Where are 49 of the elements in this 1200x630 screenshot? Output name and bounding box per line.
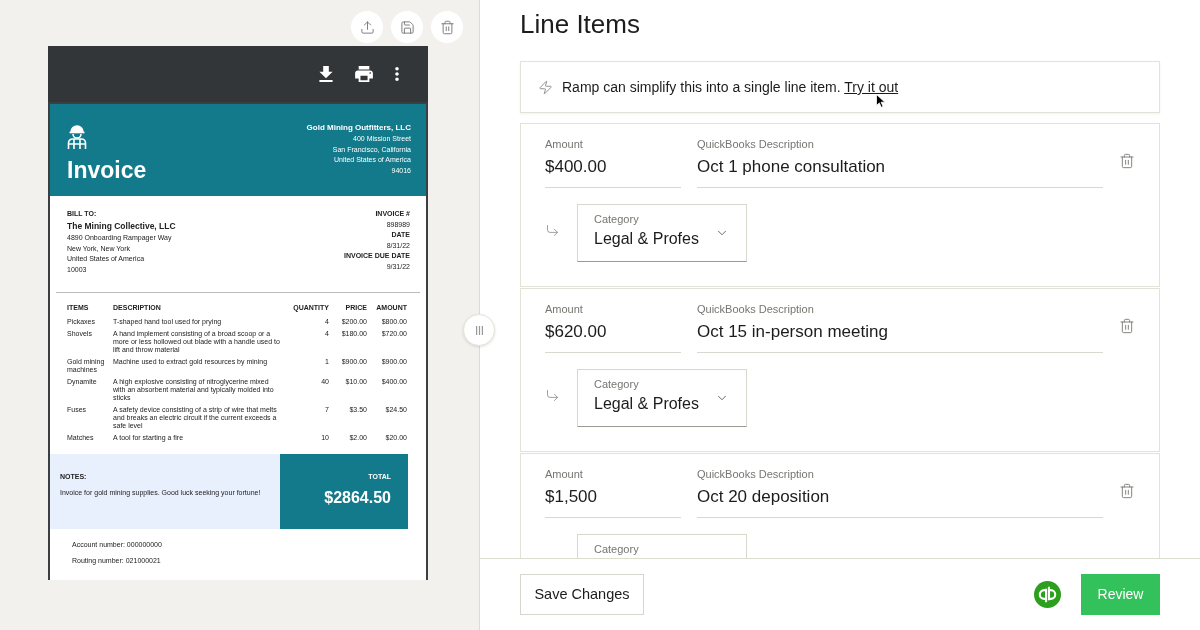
upload-icon <box>359 19 375 35</box>
lightning-icon <box>538 79 553 95</box>
description-field[interactable]: Oct 1 phone consultation <box>697 156 1103 178</box>
description-field[interactable]: Oct 20 deposition <box>697 486 1103 508</box>
more-options-icon[interactable] <box>395 67 399 81</box>
amount-field[interactable]: $620.00 <box>545 321 681 343</box>
print-icon[interactable] <box>355 66 373 82</box>
delete-button[interactable] <box>1119 317 1135 335</box>
delete-document-button[interactable] <box>431 11 463 43</box>
amount-label: Amount <box>545 137 584 151</box>
trash-icon <box>439 19 455 35</box>
amount-field[interactable]: $1,500 <box>545 486 681 508</box>
invoice-title: Invoice <box>67 159 147 182</box>
category-value: Legal & Profes <box>594 229 699 249</box>
category-select[interactable]: Category Legal & Profes <box>577 204 747 262</box>
category-label: Category <box>594 377 639 391</box>
download-icon[interactable] <box>319 66 333 82</box>
trash-icon <box>1119 483 1135 499</box>
save-icon <box>399 19 415 35</box>
vendor-name: Gold Mining Outfitters, LLC <box>306 122 411 133</box>
description-label: QuickBooks Description <box>697 302 815 316</box>
page-title: Line Items <box>520 9 641 39</box>
total-amount: $2864.50 <box>324 488 391 507</box>
amount-label: Amount <box>545 467 584 481</box>
trash-icon <box>1119 153 1135 169</box>
amount-label: Amount <box>545 302 584 316</box>
category-label: Category <box>594 212 639 226</box>
delete-button[interactable] <box>1119 482 1135 500</box>
return-arrow-icon <box>545 388 560 403</box>
trash-icon <box>1119 318 1135 334</box>
category-select[interactable]: Category Legal & Profes <box>577 369 747 427</box>
return-arrow-icon <box>545 223 560 238</box>
amount-field[interactable]: $400.00 <box>545 156 681 178</box>
save-button[interactable] <box>391 11 423 43</box>
delete-button[interactable] <box>1119 152 1135 170</box>
upload-button[interactable] <box>351 11 383 43</box>
mouse-cursor-icon <box>876 94 887 108</box>
save-changes-button[interactable]: Save Changes <box>520 574 644 615</box>
customer-name: The Mining Collective, LLC <box>67 220 176 232</box>
quickbooks-logo-icon <box>1034 581 1061 608</box>
suggestion-text: Ramp can simplify this into a single line item. Try it out <box>562 78 899 96</box>
grip-icon <box>475 325 483 335</box>
worker-icon <box>67 124 87 149</box>
description-label: QuickBooks Description <box>697 137 815 151</box>
description-field[interactable]: Oct 15 in-person meeting <box>697 321 1103 343</box>
try-it-out-link[interactable]: Try it out <box>844 79 899 95</box>
category-label: Category <box>594 542 639 556</box>
category-value: Legal & Profes <box>594 394 699 414</box>
description-label: QuickBooks Description <box>697 467 815 481</box>
